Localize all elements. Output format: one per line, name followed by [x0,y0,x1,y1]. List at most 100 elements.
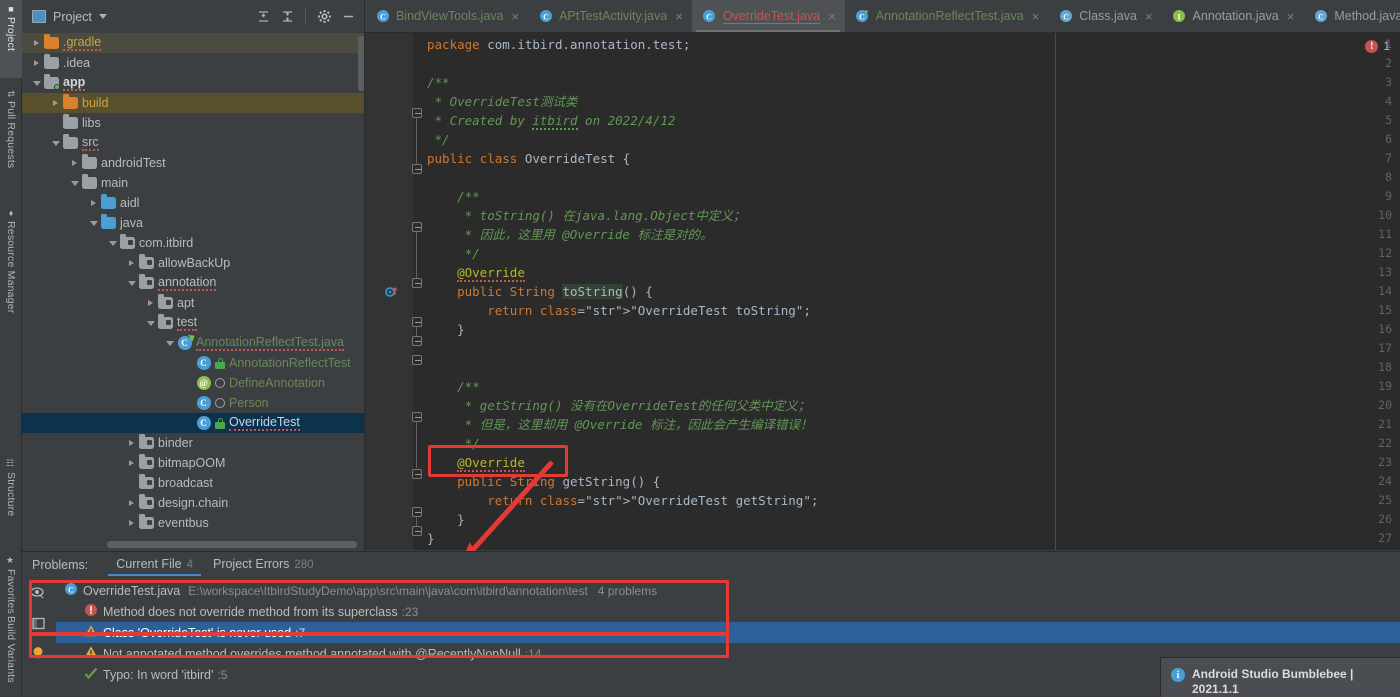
tree-item-broadcast[interactable]: broadcast [22,473,365,493]
vtab-resource-manager[interactable]: ♦ Resource Manager [0,204,22,354]
chevron-right-icon[interactable] [125,513,138,533]
tree-item-annotationreflecttest[interactable]: C AnnotationReflectTest [22,353,365,373]
tree-item-libs[interactable]: libs [22,113,365,133]
editor-error-badge[interactable]: ! 1 [1365,39,1390,53]
chevron-down-icon[interactable] [98,14,107,19]
lightbulb-icon[interactable] [29,644,47,662]
vtab-build-variants[interactable]: Build Variants [0,612,22,697]
chevron-right-icon[interactable] [49,93,62,113]
chevron-right-icon[interactable] [125,433,138,453]
close-icon[interactable]: × [828,10,836,23]
code-folding-column[interactable] [409,33,425,550]
fold-marker[interactable] [412,222,422,232]
project-tree[interactable]: .gradle .idea app build libs src androidTest ma… [22,33,365,538]
chevron-down-icon[interactable] [163,333,176,353]
chevron-down-icon[interactable] [30,73,43,93]
close-icon[interactable]: × [675,10,683,23]
chevron-right-icon[interactable] [30,33,43,53]
class-icon: C [702,9,717,24]
tree-item-allowbackup[interactable]: allowBackUp [22,253,365,273]
problem-row[interactable]: Class 'OverrideTest' is never used:7 [56,622,1400,643]
close-icon[interactable]: × [1032,10,1040,23]
tab-current-file[interactable]: Current File 4 [106,554,203,576]
tree-item-defineannotation[interactable]: @ DefineAnnotation [22,373,365,393]
tree-item-design-chain[interactable]: design.chain [22,493,365,513]
override-method-gutter-icon[interactable] [385,284,399,298]
version-toast[interactable]: i Android Studio Bumblebee | 2021.1.1 [1160,657,1400,697]
vtab-pull-requests[interactable]: ⇅ Pull Requests [0,86,22,196]
tab-project-errors[interactable]: Project Errors 280 [203,554,324,576]
tree-item-androidtest[interactable]: androidTest [22,153,365,173]
problem-row[interactable]: C OverrideTest.java E:\workspace\ItbirdStu… [56,580,1400,601]
folder-pkg-icon [139,274,154,289]
tree-item-build[interactable]: build [22,93,365,113]
code-editor[interactable]: 1 2 3 4 5 6 7 8 9 10 11 12 13 14 15 16 17 18 19 20 21 22 23 24 2… [365,33,1400,550]
chevron-down-icon[interactable] [49,133,62,153]
code-content[interactable]: package com.itbird.annotation.test; /** *… [427,33,1400,550]
tree-item-annotation[interactable]: annotation [22,273,365,293]
tree-item-java[interactable]: java [22,213,365,233]
vtab-project[interactable]: ■ Project [0,0,22,78]
fold-marker[interactable] [412,164,422,174]
fold-marker[interactable] [412,336,422,346]
chevron-right-icon[interactable] [68,153,81,173]
chevron-down-icon[interactable] [87,213,100,233]
tree-item-overridetest[interactable]: C OverrideTest [22,413,365,433]
project-panel-title: Project [53,9,92,24]
close-icon[interactable]: × [1287,10,1295,23]
editor-tab-bindviewtools[interactable]: C BindViewTools.java × [365,0,528,32]
tree-item-person[interactable]: C Person [22,393,365,413]
chevron-down-icon[interactable] [125,273,138,293]
tree-item-aidl[interactable]: aidl [22,193,365,213]
chevron-right-icon[interactable] [125,493,138,513]
fold-marker[interactable] [412,412,422,422]
chevron-down-icon[interactable] [144,313,157,333]
editor-tab-method[interactable]: CMethod.java× [1303,0,1400,32]
tree-item-com-itbird[interactable]: com.itbird [22,233,365,253]
editor-tab-annotation[interactable]: I Annotation.java × [1162,0,1304,32]
tree-item-gradle[interactable]: .gradle [22,33,365,53]
editor-tab-class[interactable]: C Class.java × [1048,0,1161,32]
panel-layout-icon[interactable] [29,614,47,632]
fold-marker[interactable] [412,469,422,479]
tree-item-annotationreflecttest-java[interactable]: C AnnotationReflectTest.java [22,332,365,353]
tree-item-apt[interactable]: apt [22,293,365,313]
chevron-right-icon[interactable] [87,193,100,213]
project-horizontal-scrollbar[interactable] [107,541,357,548]
chevron-right-icon[interactable] [125,453,138,473]
editor-tab-apttestactivity[interactable]: C APtTestActivity.java × [528,0,692,32]
chevron-down-icon[interactable] [106,233,119,253]
tree-item-bitmapoom[interactable]: bitmapOOM [22,453,365,473]
fold-marker[interactable] [412,507,422,517]
problem-text: Typo: In word 'itbird' [103,667,214,682]
minimize-icon[interactable] [337,6,359,28]
tree-item-eventbus[interactable]: eventbus [22,513,365,533]
tree-item-idea[interactable]: .idea [22,53,365,73]
fold-marker[interactable] [412,355,422,365]
tree-item-test[interactable]: test [22,313,365,333]
fold-marker[interactable] [412,317,422,327]
close-icon[interactable]: × [1145,10,1153,23]
vtab-structure[interactable]: ☷ Structure [0,455,22,547]
problem-row[interactable]: Method does not override method from its… [56,601,1400,622]
fold-marker[interactable] [412,526,422,536]
close-icon[interactable]: × [511,10,519,23]
chevron-right-icon[interactable] [144,293,157,313]
eye-icon[interactable] [29,584,47,602]
editor-tab-annotationreflecttest[interactable]: C AnnotationReflectTest.java × [845,0,1049,32]
fold-marker[interactable] [412,278,422,288]
code-line: @Override [457,265,525,282]
tree-item-binder[interactable]: binder [22,433,365,453]
tree-item-app[interactable]: app [22,73,365,93]
editor-tab-bar[interactable]: C BindViewTools.java × C APtTestActivity.jav… [365,0,1400,33]
editor-tab-overridetest[interactable]: C OverrideTest.java × [691,0,845,32]
chevron-down-icon[interactable] [68,173,81,193]
settings-gear-icon[interactable] [313,6,335,28]
fold-marker[interactable] [412,108,422,118]
tree-item-main[interactable]: main [22,173,365,193]
expand-all-icon[interactable] [252,6,274,28]
chevron-right-icon[interactable] [30,53,43,73]
chevron-right-icon[interactable] [125,253,138,273]
tree-item-src[interactable]: src [22,133,365,153]
collapse-all-icon[interactable] [276,6,298,28]
